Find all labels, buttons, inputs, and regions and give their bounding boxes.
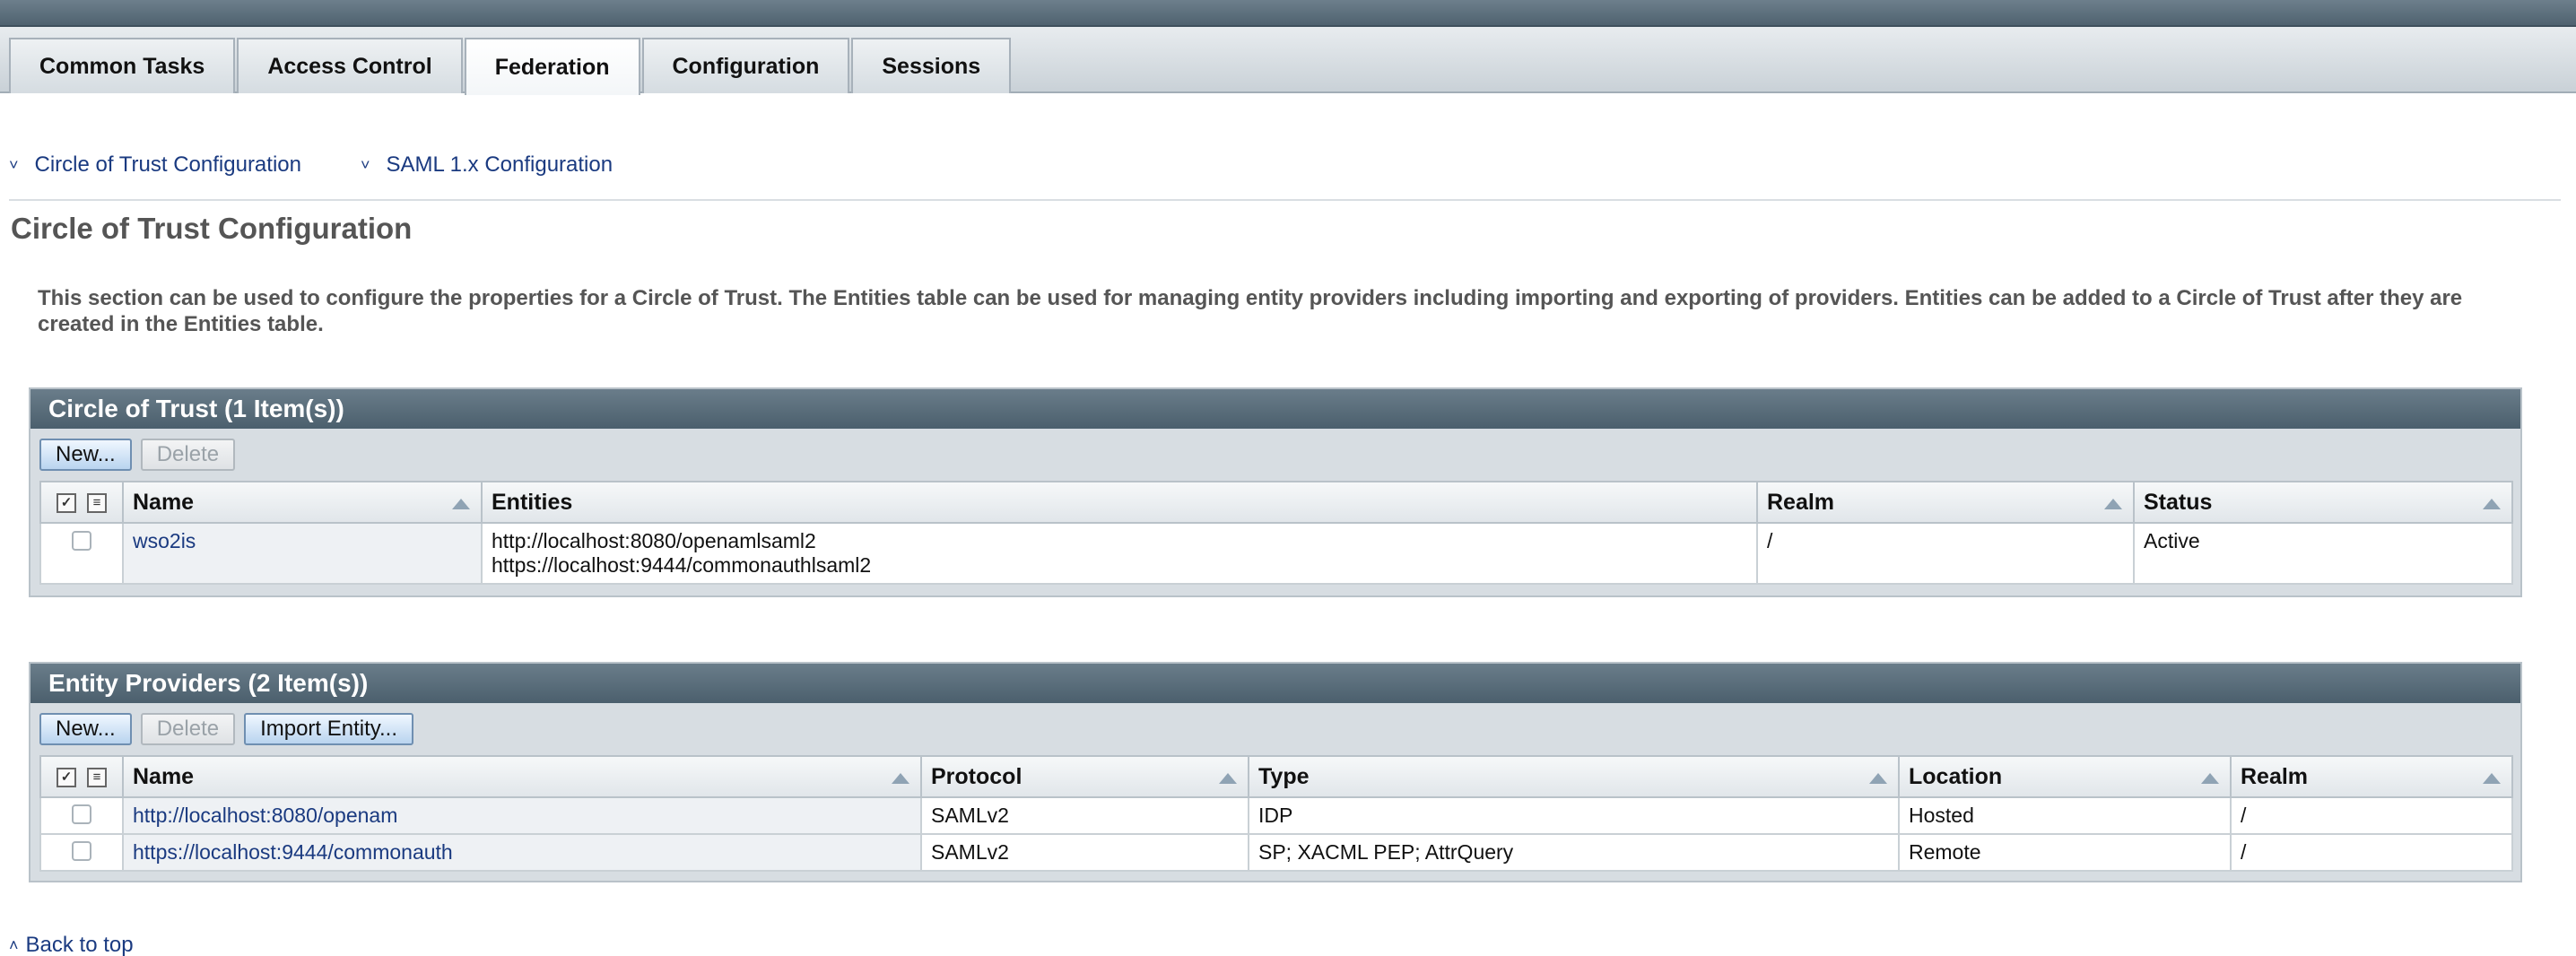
- divider: [9, 199, 2561, 201]
- double-chevron-down-icon: ˅: [9, 157, 19, 173]
- top-banner: [0, 0, 2576, 27]
- entity-name-cell: https://localhost:9444/commonauth: [122, 833, 922, 872]
- table-row: wso2is http://localhost:8080/openamlsaml…: [39, 522, 2513, 585]
- jump-link-cot[interactable]: ˅ Circle of Trust Configuration: [9, 152, 301, 178]
- tab-access-control[interactable]: Access Control: [237, 38, 463, 93]
- jump-link-saml1[interactable]: ˅ SAML 1.x Configuration: [361, 152, 613, 178]
- tab-sessions[interactable]: Sessions: [851, 38, 1012, 93]
- column-header-name[interactable]: Name: [122, 755, 922, 798]
- sort-icon[interactable]: [2483, 499, 2501, 509]
- table-header-row: ✓ ≡ Name Entities Realm Status: [39, 481, 2513, 524]
- double-chevron-up-icon: ˄: [9, 935, 19, 954]
- column-header-entities: Entities: [481, 481, 1758, 524]
- sort-icon[interactable]: [2483, 773, 2501, 784]
- double-chevron-down-icon: ˅: [360, 157, 370, 173]
- entity-protocol-cell: SAMLv2: [920, 796, 1249, 835]
- entity-panel-title: Entity Providers (2 Item(s)): [30, 664, 2520, 703]
- sort-icon[interactable]: [892, 773, 909, 784]
- column-header-type[interactable]: Type: [1248, 755, 1900, 798]
- select-all-icon[interactable]: ✓: [57, 767, 76, 787]
- column-header-status[interactable]: Status: [2133, 481, 2513, 524]
- back-to-top-label: Back to top: [25, 933, 134, 956]
- cot-name-cell: wso2is: [122, 522, 483, 585]
- column-header-protocol[interactable]: Protocol: [920, 755, 1249, 798]
- deselect-all-icon[interactable]: ≡: [87, 492, 107, 513]
- cot-table: ✓ ≡ Name Entities Realm Status wso2is htt…: [39, 481, 2513, 585]
- entity-protocol-cell: SAMLv2: [920, 833, 1249, 872]
- cot-name-link[interactable]: wso2is: [133, 529, 196, 552]
- entity-realm-cell: /: [2230, 796, 2513, 835]
- cot-realm-cell: /: [1756, 522, 2135, 585]
- row-checkbox[interactable]: [72, 804, 91, 824]
- tab-common-tasks[interactable]: Common Tasks: [9, 38, 236, 93]
- entity-button-row: New... Delete Import Entity...: [30, 703, 2520, 755]
- entity-type-cell: SP; XACML PEP; AttrQuery: [1248, 833, 1900, 872]
- entity-name-link[interactable]: http://localhost:8080/openam: [133, 804, 397, 827]
- jump-link-label: Circle of Trust Configuration: [34, 152, 301, 177]
- sort-icon[interactable]: [1219, 773, 1237, 784]
- column-header-realm[interactable]: Realm: [1756, 481, 2135, 524]
- table-header-row: ✓ ≡ Name Protocol Type Location Realm: [39, 755, 2513, 798]
- entity-type-cell: IDP: [1248, 796, 1900, 835]
- entity-delete-button[interactable]: Delete: [140, 713, 236, 745]
- page-title: Circle of Trust Configuration: [11, 212, 413, 245]
- sort-icon[interactable]: [2104, 499, 2122, 509]
- jump-link-label: SAML 1.x Configuration: [386, 152, 614, 177]
- column-header-location[interactable]: Location: [1898, 755, 2232, 798]
- row-select-cell: [39, 522, 124, 585]
- entity-table: ✓ ≡ Name Protocol Type Location Realm htt…: [39, 755, 2513, 872]
- sort-icon[interactable]: [1869, 773, 1887, 784]
- row-select-cell: [39, 796, 124, 835]
- table-row: https://localhost:9444/commonauth SAMLv2…: [39, 833, 2513, 872]
- table-row: http://localhost:8080/openam SAMLv2 IDP …: [39, 796, 2513, 835]
- cot-new-button[interactable]: New...: [39, 439, 132, 471]
- column-header-name[interactable]: Name: [122, 481, 483, 524]
- page-description: This section can be used to configure th…: [38, 286, 2463, 336]
- selection-header: ✓ ≡: [39, 755, 124, 798]
- back-to-top-link[interactable]: ˄ Back to top: [9, 933, 134, 956]
- cot-panel-title: Circle of Trust (1 Item(s)): [30, 389, 2520, 429]
- entity-location-cell: Remote: [1898, 833, 2232, 872]
- sort-icon[interactable]: [2201, 773, 2219, 784]
- select-all-icon[interactable]: ✓: [57, 492, 76, 513]
- cot-entities-cell: http://localhost:8080/openamlsaml2 https…: [481, 522, 1758, 585]
- entity-line: https://localhost:9444/commonauthlsaml2: [492, 553, 872, 577]
- main-tabs: Common Tasks Access Control Federation C…: [9, 38, 1013, 95]
- row-checkbox[interactable]: [72, 840, 91, 861]
- entity-new-button[interactable]: New...: [39, 713, 132, 745]
- import-entity-button[interactable]: Import Entity...: [244, 713, 414, 745]
- cot-button-row: New... Delete: [30, 429, 2520, 481]
- entity-name-cell: http://localhost:8080/openam: [122, 796, 922, 835]
- cot-status-cell: Active: [2133, 522, 2513, 585]
- tab-federation[interactable]: Federation: [464, 38, 640, 95]
- cot-delete-button[interactable]: Delete: [140, 439, 236, 471]
- entity-panel: Entity Providers (2 Item(s)) New... Dele…: [29, 662, 2522, 882]
- cot-panel: Circle of Trust (1 Item(s)) New... Delet…: [29, 387, 2522, 597]
- entity-location-cell: Hosted: [1898, 796, 2232, 835]
- tab-configuration[interactable]: Configuration: [641, 38, 850, 93]
- selection-header: ✓ ≡: [39, 481, 124, 524]
- jump-links: ˅ Circle of Trust Configuration ˅ SAML 1…: [9, 152, 672, 178]
- entity-name-link[interactable]: https://localhost:9444/commonauth: [133, 840, 453, 864]
- column-header-realm[interactable]: Realm: [2230, 755, 2513, 798]
- row-select-cell: [39, 833, 124, 872]
- entity-realm-cell: /: [2230, 833, 2513, 872]
- row-checkbox[interactable]: [72, 531, 91, 551]
- sort-icon[interactable]: [452, 499, 470, 509]
- deselect-all-icon[interactable]: ≡: [87, 767, 107, 787]
- entity-line: http://localhost:8080/openamlsaml2: [492, 529, 816, 552]
